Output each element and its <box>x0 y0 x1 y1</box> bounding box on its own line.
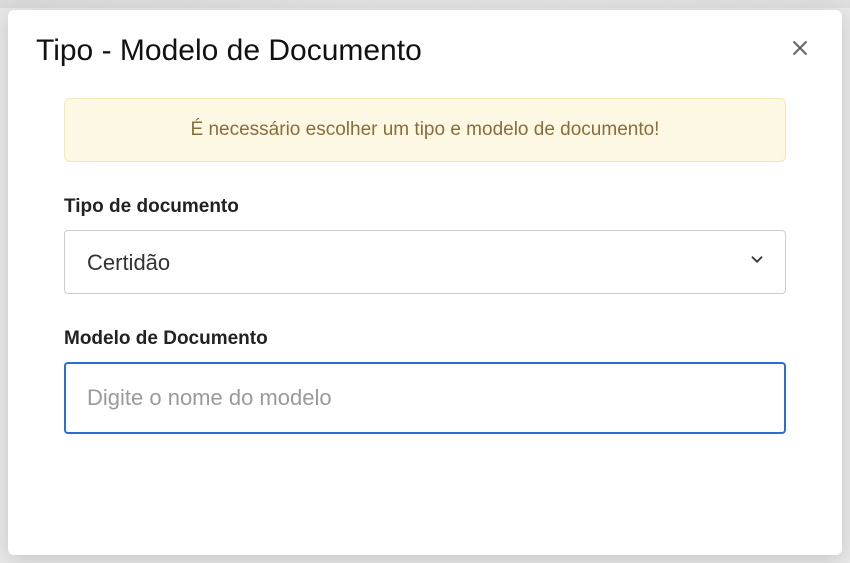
document-type-modal: Tipo - Modelo de Documento É necessário … <box>8 10 842 555</box>
modelo-documento-group: Modelo de Documento <box>64 328 786 434</box>
modal-header: Tipo - Modelo de Documento <box>8 10 842 88</box>
modal-title: Tipo - Modelo de Documento <box>36 34 422 68</box>
tipo-documento-select-wrapper: Certidão <box>64 230 786 294</box>
modal-body: É necessário escolher um tipo e modelo d… <box>8 88 842 498</box>
tipo-documento-label: Tipo de documento <box>64 196 786 218</box>
background-toolbar <box>0 0 850 8</box>
tipo-documento-group: Tipo de documento Certidão <box>64 196 786 294</box>
modelo-documento-input[interactable] <box>64 362 786 434</box>
modelo-documento-label: Modelo de Documento <box>64 328 786 350</box>
alert-message: É necessário escolher um tipo e modelo d… <box>64 98 786 162</box>
close-icon <box>790 38 810 61</box>
close-button[interactable] <box>786 34 814 65</box>
tipo-documento-select[interactable]: Certidão <box>64 230 786 294</box>
